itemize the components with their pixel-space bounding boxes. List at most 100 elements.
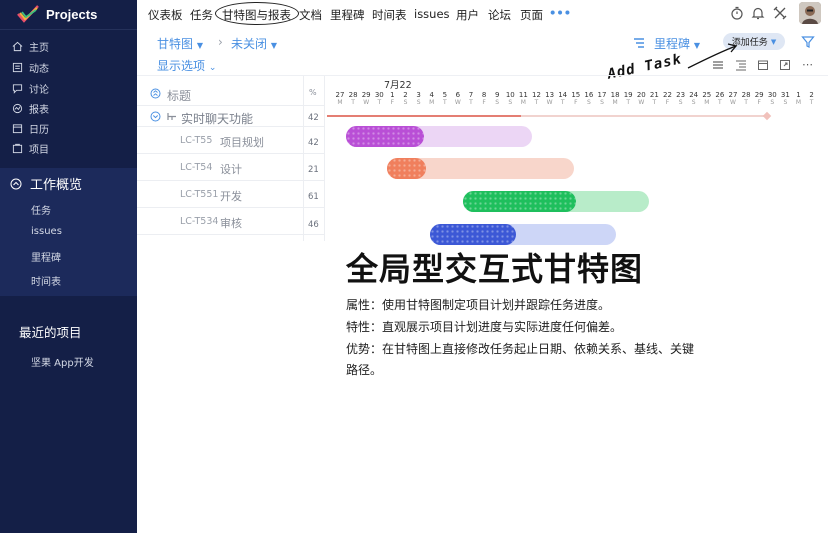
- expand-icon[interactable]: [779, 59, 791, 71]
- nav-tasks[interactable]: 任务: [190, 7, 213, 23]
- timeline-day: 2: [809, 91, 814, 99]
- timeline-weekday: M: [520, 99, 526, 106]
- task-name[interactable]: 设计: [220, 161, 242, 177]
- user-avatar-icon: [799, 2, 821, 24]
- sidebar-divider: [0, 29, 137, 30]
- task-percent: 21: [308, 165, 319, 175]
- gantt-bar-review[interactable]: [430, 224, 616, 245]
- timeline-day: 12: [532, 91, 541, 99]
- sidebar-item-home[interactable]: 主页: [12, 38, 49, 54]
- gantt-bar-design[interactable]: [387, 158, 574, 179]
- task-percent: 61: [308, 192, 319, 202]
- timeline-day: 23: [676, 91, 686, 99]
- timeline-day: 4: [429, 91, 434, 99]
- column-title: 标题: [167, 89, 192, 103]
- sidebar-item-calendar[interactable]: 日历: [12, 120, 49, 136]
- columns-icon[interactable]: [712, 59, 724, 71]
- sidebar-item-label: 日历: [29, 124, 49, 136]
- timeline-weekday: T: [744, 99, 748, 106]
- calendar-icon[interactable]: [757, 59, 769, 71]
- display-options[interactable]: 显示选项 ⌄: [157, 57, 216, 74]
- breadcrumb-separator: ›: [218, 35, 223, 49]
- filter-icon[interactable]: [801, 35, 815, 49]
- nav-pages[interactable]: 页面: [520, 7, 543, 23]
- brand-name: Projects: [46, 6, 98, 22]
- nav-dashboard[interactable]: 仪表板: [148, 7, 183, 23]
- more-options-icon[interactable]: ⋯: [802, 58, 813, 71]
- view-selector[interactable]: 甘特图 ▼: [157, 35, 203, 52]
- gantt-bar-progress: [463, 191, 577, 212]
- recent-project-item[interactable]: 坚果 App开发: [31, 354, 94, 369]
- task-code: LC-T55: [180, 135, 213, 146]
- timeline-day: 11: [518, 91, 528, 99]
- task-name[interactable]: 审核: [220, 215, 242, 231]
- nav-documents[interactable]: 文档: [299, 7, 322, 23]
- timeline-weekday: W: [638, 99, 645, 106]
- timeline-day: 13: [545, 91, 555, 99]
- task-name[interactable]: 开发: [220, 188, 242, 204]
- timeline-weekday: S: [416, 99, 421, 106]
- report-icon: [12, 103, 23, 113]
- timer-icon[interactable]: [729, 5, 745, 21]
- timeline-weekday: T: [626, 99, 631, 106]
- group-percent: 42: [308, 113, 319, 123]
- feature-line-3: 优势：在甘特图上直接修改任务起止日期、依赖关系、基线、关键: [346, 342, 695, 356]
- sidebar-item-label: 讨论: [29, 84, 49, 96]
- workspace-item-timesheet[interactable]: 时间表: [31, 273, 61, 288]
- chat-icon: [12, 83, 23, 94]
- avatar[interactable]: [799, 2, 821, 24]
- timeline-day: 17: [597, 91, 607, 99]
- workspace-item-milestones[interactable]: 里程碑: [31, 249, 61, 264]
- nav-issues[interactable]: issues: [414, 7, 450, 21]
- gantt-bar-project-planning[interactable]: [346, 126, 532, 147]
- gantt-bar-progress: [430, 224, 516, 245]
- milestone-diamond-icon[interactable]: [762, 111, 772, 121]
- sidebar-item-discuss[interactable]: 讨论: [12, 80, 49, 96]
- timeline-day: 19: [623, 91, 633, 99]
- project-icon: [12, 143, 23, 153]
- nav-users[interactable]: 用户: [456, 7, 479, 23]
- milestone-label: 里程碑: [654, 37, 691, 51]
- collapse-group-icon[interactable]: [150, 111, 161, 122]
- indent-icon[interactable]: [735, 59, 747, 71]
- nav-milestones[interactable]: 里程碑: [330, 7, 365, 23]
- workspace-toggle[interactable]: 工作概览: [10, 174, 82, 193]
- timeline-day: 27: [728, 91, 738, 99]
- task-name[interactable]: 项目规划: [220, 134, 264, 150]
- sidebar-item-label: 报表: [29, 104, 49, 116]
- timeline-day: 20: [636, 91, 646, 99]
- timeline-day: 10: [505, 91, 515, 99]
- sidebar-item-projects[interactable]: 项目: [12, 140, 49, 156]
- timeline-weekday: T: [652, 99, 657, 106]
- filter-label: 未关闭: [231, 37, 268, 51]
- timeline-day: 1: [796, 91, 801, 99]
- column-percent: %: [309, 88, 317, 97]
- brand[interactable]: Projects: [16, 3, 97, 25]
- feature-line-2: 特性：直观展示项目计划进度与实际进度任何偏差。: [346, 320, 623, 334]
- sidebar-item-label: 项目: [29, 144, 49, 156]
- timeline-weekday: S: [495, 99, 500, 106]
- gantt-bar-development[interactable]: [463, 191, 649, 212]
- nav-timesheet[interactable]: 时间表: [372, 7, 407, 23]
- nav-more-button[interactable]: •••: [549, 6, 571, 20]
- timeline-weekday: W: [363, 99, 370, 106]
- timeline-weekday: S: [403, 99, 408, 106]
- filter-selector[interactable]: 未关闭 ▼: [231, 35, 277, 52]
- nav-gantt-reports[interactable]: 甘特图与报表: [222, 7, 291, 23]
- timeline-day: 2: [403, 91, 408, 99]
- timeline-day: 1: [390, 91, 395, 99]
- workspace-item-tasks[interactable]: 任务: [31, 202, 51, 217]
- tools-icon[interactable]: [772, 5, 788, 21]
- timeline-day: 18: [610, 91, 620, 99]
- sidebar-item-reports[interactable]: 报表: [12, 100, 49, 116]
- collapse-all-icon[interactable]: [150, 88, 161, 99]
- group-name[interactable]: 实时聊天功能: [181, 110, 253, 127]
- sidebar-item-feed[interactable]: 动态: [12, 59, 49, 75]
- sort-icon[interactable]: [632, 36, 646, 50]
- timeline-weekday: S: [678, 99, 683, 106]
- task-percent: 46: [308, 220, 319, 230]
- workspace-item-issues[interactable]: issues: [31, 226, 62, 237]
- nav-forum[interactable]: 论坛: [488, 7, 511, 23]
- timeline-month: 7月22: [384, 80, 412, 91]
- bell-icon[interactable]: [750, 5, 766, 21]
